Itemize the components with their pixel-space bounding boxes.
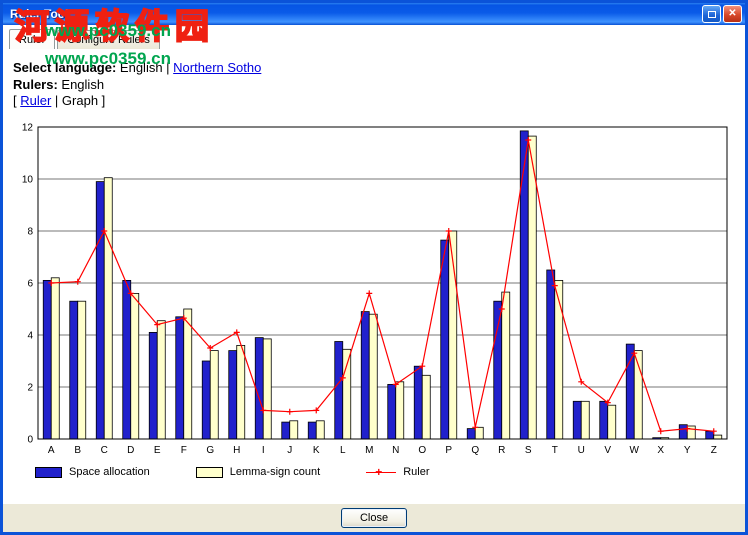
rulers-value: English bbox=[58, 77, 104, 92]
maximize-button[interactable] bbox=[702, 5, 721, 23]
select-language-row: Select language: English | Northern Soth… bbox=[13, 60, 261, 77]
svg-text:X: X bbox=[657, 445, 664, 456]
svg-text:2: 2 bbox=[27, 383, 33, 394]
legend-label: Space allocation bbox=[69, 466, 150, 478]
view-suffix: | Graph ] bbox=[51, 93, 105, 108]
client-area: Ruler Configure Rulers Select language: … bbox=[3, 25, 745, 504]
svg-text:I: I bbox=[262, 445, 265, 456]
select-language-label: Select language: bbox=[13, 60, 116, 75]
lemma-sign-count-swatch bbox=[196, 467, 223, 478]
svg-text:V: V bbox=[604, 445, 611, 456]
ruler-tool-window: Ruler Tool ✕ Ruler Configure Rulers Sele… bbox=[0, 0, 748, 535]
ruler-line-swatch bbox=[366, 467, 396, 478]
svg-text:B: B bbox=[74, 445, 81, 456]
legend-item-ruler: Ruler bbox=[366, 466, 429, 478]
svg-text:F: F bbox=[181, 445, 187, 456]
close-button[interactable]: Close bbox=[341, 508, 407, 528]
dialog-footer: Close bbox=[3, 504, 745, 532]
svg-text:C: C bbox=[101, 445, 108, 456]
svg-text:D: D bbox=[127, 445, 134, 456]
svg-text:10: 10 bbox=[22, 175, 34, 186]
svg-text:L: L bbox=[340, 445, 346, 456]
svg-text:U: U bbox=[578, 445, 585, 456]
close-icon: ✕ bbox=[728, 6, 736, 22]
svg-text:P: P bbox=[445, 445, 452, 456]
svg-text:S: S bbox=[525, 445, 532, 456]
view-row: [ Ruler | Graph ] bbox=[13, 93, 261, 110]
rulers-row: Rulers: English bbox=[13, 77, 261, 94]
chart: 0 2 4 6 8 10 12 A B C D E F G H I J K L M N O P Q R S T U V W X Y Z bbox=[11, 113, 739, 461]
svg-text:E: E bbox=[154, 445, 161, 456]
northern-sotho-link[interactable]: Northern Sotho bbox=[173, 60, 261, 75]
svg-text:6: 6 bbox=[27, 279, 33, 290]
svg-text:A: A bbox=[48, 445, 55, 456]
close-window-button[interactable]: ✕ bbox=[723, 5, 742, 23]
info-text-block: Select language: English | Northern Soth… bbox=[13, 60, 261, 110]
rulers-label: Rulers: bbox=[13, 77, 58, 92]
window-titlebar: Ruler Tool ✕ bbox=[3, 3, 745, 25]
space-allocation-swatch bbox=[35, 467, 62, 478]
svg-text:Q: Q bbox=[471, 445, 479, 456]
legend-label: Lemma-sign count bbox=[230, 466, 321, 478]
svg-text:G: G bbox=[206, 445, 214, 456]
select-language-value: English | bbox=[116, 60, 173, 75]
titlebar-buttons: ✕ bbox=[702, 5, 742, 23]
svg-text:K: K bbox=[313, 445, 320, 456]
svg-text:Y: Y bbox=[684, 445, 691, 456]
legend-label: Ruler bbox=[403, 466, 429, 478]
svg-text:T: T bbox=[552, 445, 558, 456]
svg-text:J: J bbox=[287, 445, 292, 456]
tab-ruler[interactable]: Ruler bbox=[9, 29, 55, 49]
ruler-view-link[interactable]: Ruler bbox=[20, 93, 51, 108]
tab-configure-rulers[interactable]: Configure Rulers bbox=[57, 30, 160, 49]
tab-strip: Ruler Configure Rulers bbox=[9, 29, 162, 49]
svg-text:N: N bbox=[392, 445, 399, 456]
svg-text:H: H bbox=[233, 445, 240, 456]
maximize-icon bbox=[708, 11, 716, 18]
legend-item-lemma-sign-count: Lemma-sign count bbox=[196, 466, 321, 478]
svg-text:R: R bbox=[498, 445, 505, 456]
svg-text:M: M bbox=[365, 445, 373, 456]
svg-text:4: 4 bbox=[27, 331, 33, 342]
legend-item-space-allocation: Space allocation bbox=[35, 466, 150, 478]
window-title: Ruler Tool bbox=[10, 7, 702, 21]
svg-text:W: W bbox=[630, 445, 640, 456]
chart-svg: 0 2 4 6 8 10 12 A B C D E F G H I J K L M N O P Q R S T U V W X Y Z bbox=[11, 113, 739, 461]
chart-legend: Space allocation Lemma-sign count Ruler bbox=[35, 466, 476, 478]
svg-text:O: O bbox=[418, 445, 426, 456]
svg-text:Z: Z bbox=[711, 445, 717, 456]
svg-text:0: 0 bbox=[27, 435, 33, 446]
svg-text:12: 12 bbox=[22, 123, 34, 134]
svg-text:8: 8 bbox=[27, 227, 33, 238]
